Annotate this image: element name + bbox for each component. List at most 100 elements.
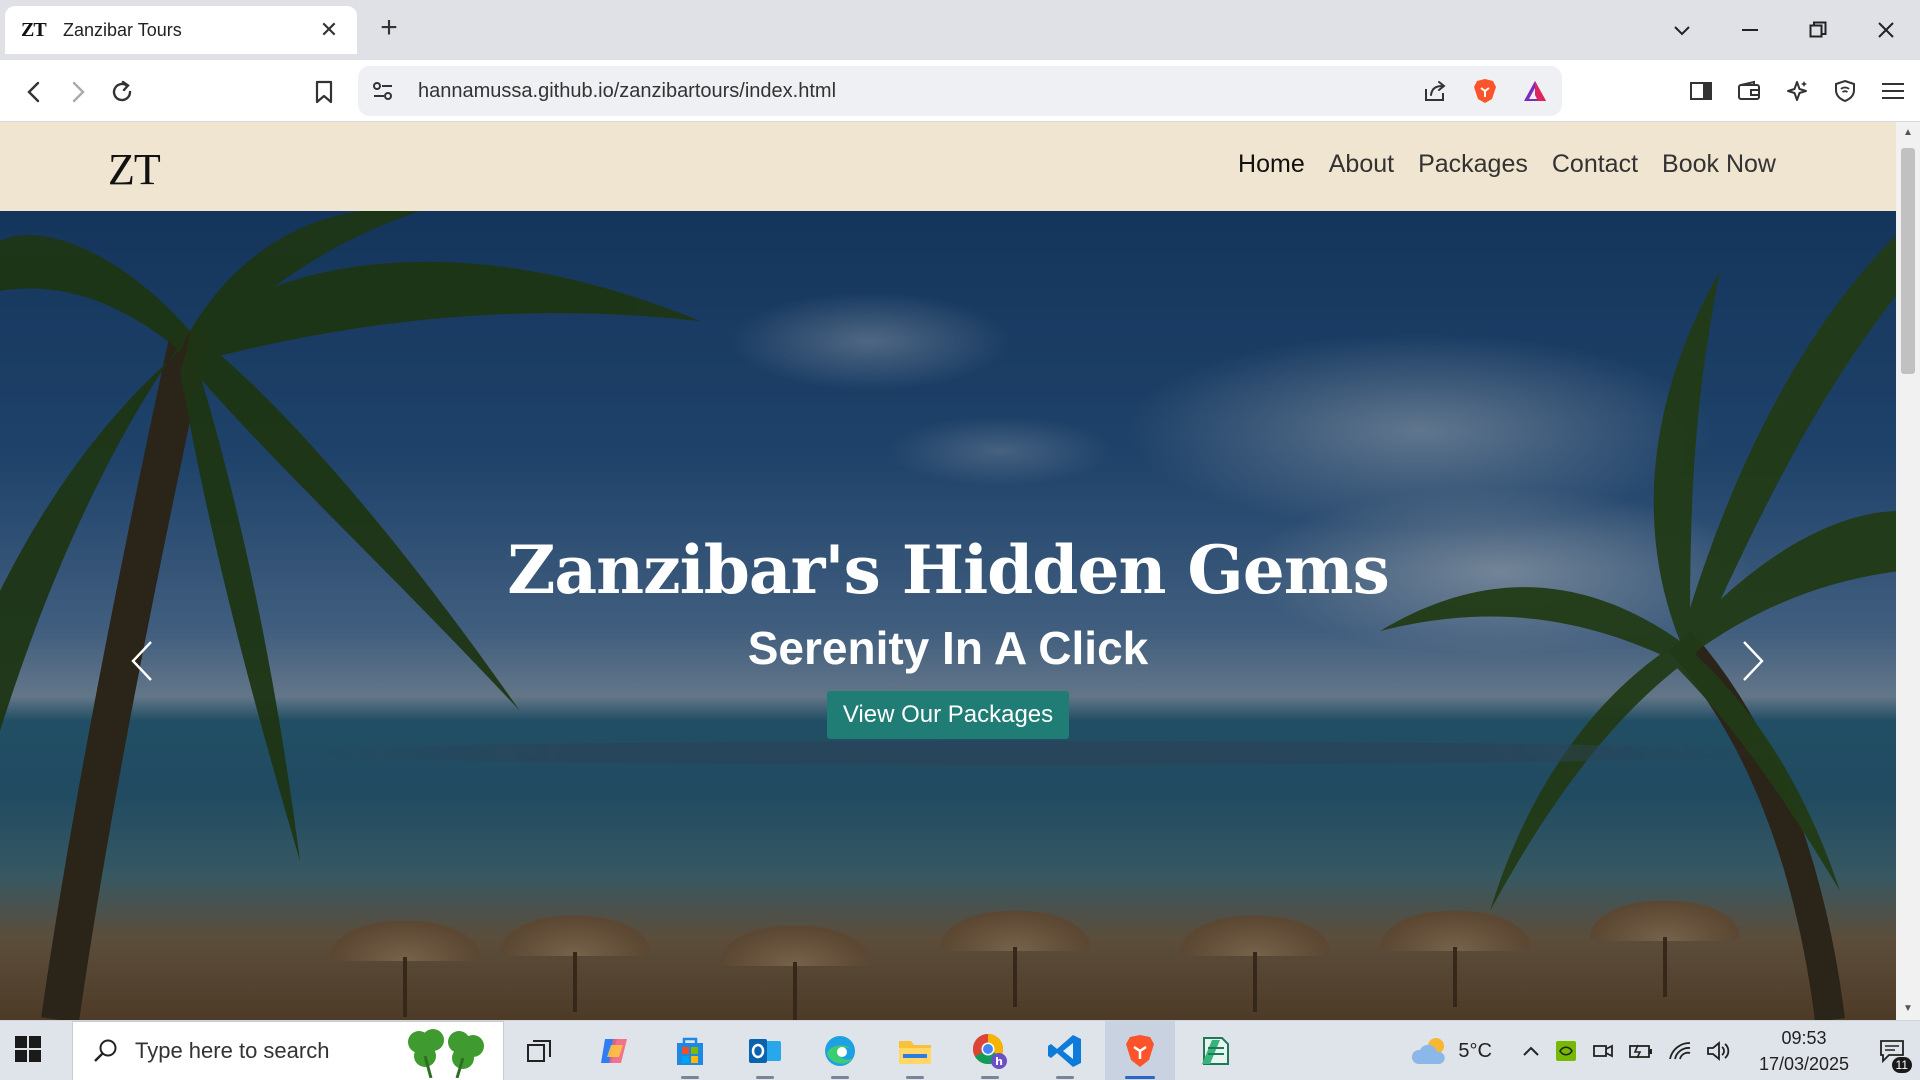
cloud-sun-icon	[1412, 1038, 1446, 1064]
bookmark-icon	[315, 80, 333, 104]
task-view-icon	[527, 1040, 551, 1062]
taskbar-outlook[interactable]	[730, 1021, 800, 1080]
taskbar-microsoft-store[interactable]	[655, 1021, 725, 1080]
sparkle-star-icon	[1787, 81, 1807, 101]
microsoft-store-icon	[677, 1037, 703, 1065]
view-packages-button[interactable]: View Our Packages	[826, 691, 1070, 739]
taskbar-brave[interactable]	[1105, 1021, 1175, 1080]
site-logo[interactable]: ZT	[108, 144, 161, 195]
hero-title: Zanzibar's Hidden Gems	[507, 531, 1390, 609]
outlook-icon	[749, 1039, 781, 1063]
taskbar-edge[interactable]	[805, 1021, 875, 1080]
notepad-icon	[1202, 1037, 1229, 1065]
hamburger-menu-icon	[1882, 83, 1904, 99]
tab-close-icon[interactable]: ✕	[317, 17, 341, 43]
scroll-up-icon[interactable]: ▲	[1902, 128, 1914, 138]
close-window-button[interactable]	[1852, 0, 1920, 60]
tab-favicon: ZT	[21, 18, 47, 41]
tab-title: Zanzibar Tours	[63, 19, 182, 40]
site-navbar: ZT Home About Packages Contact Book Now	[0, 122, 1896, 211]
sidebar-button[interactable]	[1684, 74, 1718, 108]
svg-text:h: h	[995, 1055, 1003, 1068]
menu-button[interactable]	[1876, 74, 1910, 108]
wifi-icon[interactable]	[1668, 1041, 1692, 1061]
taskbar-copilot[interactable]	[580, 1021, 650, 1080]
site-settings-icon[interactable]	[372, 81, 394, 101]
scrollbar-thumb[interactable]	[1901, 148, 1915, 374]
wallet-icon	[1738, 80, 1760, 100]
battery-icon[interactable]	[1628, 1041, 1654, 1061]
wallet-button[interactable]	[1732, 74, 1766, 108]
back-button[interactable]	[16, 74, 52, 110]
nav-book-now-link[interactable]: Book Now	[1662, 150, 1776, 179]
taskbar-clock[interactable]: 09:53 17/03/2025	[1744, 1025, 1864, 1077]
nav-about-link[interactable]: About	[1329, 150, 1394, 179]
reload-button[interactable]	[104, 74, 140, 110]
running-indicator	[831, 1076, 849, 1079]
start-button[interactable]	[14, 1035, 46, 1067]
tab-list-button[interactable]	[1648, 0, 1716, 60]
running-indicator	[1125, 1076, 1155, 1079]
running-indicator	[1056, 1076, 1074, 1079]
taskbar-chrome[interactable]: h	[955, 1021, 1025, 1080]
taskbar-file-explorer[interactable]	[880, 1021, 950, 1080]
address-bar[interactable]: hannamussa.github.io/zanzibartours/index…	[358, 66, 1562, 116]
bookmark-button[interactable]	[306, 74, 342, 110]
weather-widget[interactable]: 5°C	[1410, 1034, 1492, 1068]
system-tray: 5°C 09:53 17/03/2025 11	[1410, 1021, 1920, 1080]
window-controls	[1648, 0, 1920, 60]
back-arrow-icon	[27, 81, 40, 103]
shamrock-icon	[408, 1029, 484, 1078]
running-indicator	[981, 1076, 999, 1079]
speaker-icon[interactable]	[1706, 1040, 1730, 1062]
forward-button[interactable]	[60, 74, 96, 110]
vpn-button[interactable]	[1828, 74, 1862, 108]
nav-contact-link[interactable]: Contact	[1552, 150, 1638, 179]
page-viewport: ZT Home About Packages Contact Book Now	[0, 122, 1896, 1020]
shield-icon	[1835, 79, 1855, 103]
taskbar-search[interactable]: Type here to search	[72, 1021, 504, 1080]
page-scrollbar[interactable]: ▲ ▼	[1896, 122, 1920, 1020]
copilot-icon	[601, 1039, 627, 1063]
browser-tab[interactable]: ZT Zanzibar Tours ✕	[5, 6, 357, 54]
windows-taskbar: Type here to search h 5°C 09:53 17/03/20…	[0, 1020, 1920, 1080]
new-tab-button[interactable]: +	[372, 12, 406, 46]
weather-temperature: 5°C	[1458, 1039, 1492, 1062]
nav-home-link[interactable]: Home	[1238, 150, 1305, 179]
sidebar-icon	[1690, 82, 1712, 100]
windows-logo-icon	[15, 1036, 41, 1062]
share-icon[interactable]	[1422, 79, 1448, 103]
restore-button[interactable]	[1784, 0, 1852, 60]
url-text[interactable]: hannamussa.github.io/zanzibartours/index…	[418, 80, 1422, 103]
taskbar-notepad[interactable]	[1180, 1021, 1250, 1080]
hero-subtitle: Serenity In A Click	[747, 622, 1149, 674]
brave-rewards-icon[interactable]	[1522, 79, 1548, 103]
search-icon	[94, 1039, 117, 1062]
folder-icon	[899, 1041, 931, 1064]
forward-arrow-icon	[72, 81, 85, 103]
chevron-up-icon[interactable]	[1522, 1045, 1540, 1057]
notification-center-button[interactable]: 11	[1864, 1021, 1920, 1080]
running-indicator	[681, 1076, 699, 1079]
leo-ai-button[interactable]	[1780, 74, 1814, 108]
running-indicator	[756, 1076, 774, 1079]
search-placeholder: Type here to search	[135, 1038, 330, 1063]
chrome-icon: h	[972, 1034, 1007, 1069]
taskbar-vscode[interactable]	[1030, 1021, 1100, 1080]
restore-icon	[1809, 21, 1827, 38]
brave-shields-icon[interactable]	[1472, 77, 1498, 105]
scroll-down-icon[interactable]: ▼	[1902, 1004, 1914, 1014]
meet-now-icon[interactable]	[1592, 1040, 1614, 1062]
taskbar-task-view[interactable]	[505, 1021, 575, 1080]
vscode-icon	[1048, 1035, 1081, 1067]
minimize-icon	[1742, 29, 1758, 31]
clock-time: 09:53	[1781, 1028, 1827, 1048]
clock-date: 17/03/2025	[1758, 1054, 1850, 1074]
reload-icon	[112, 80, 132, 102]
url-actions	[1422, 77, 1548, 105]
nvidia-icon[interactable]	[1554, 1039, 1578, 1063]
nav-packages-link[interactable]: Packages	[1418, 150, 1528, 179]
minimize-button[interactable]	[1716, 0, 1784, 60]
close-icon	[1878, 22, 1894, 38]
chevron-down-icon	[1674, 26, 1690, 36]
